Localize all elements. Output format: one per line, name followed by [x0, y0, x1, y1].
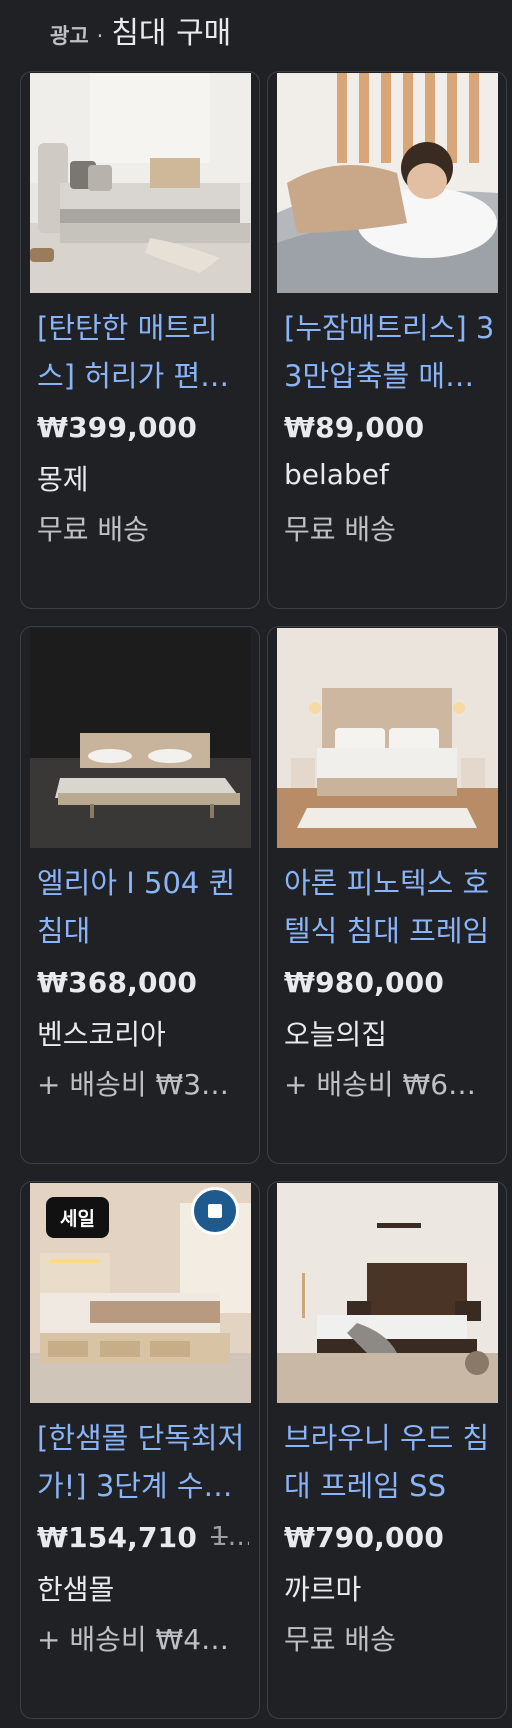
product-seller: 몽제	[37, 463, 89, 496]
sale-badge: 세일	[46, 1197, 109, 1238]
product-title[interactable]: [탄탄한 매트리스] 허리가 편한 매트리스	[37, 304, 249, 400]
product-shipping: 무료 배송	[284, 1623, 396, 1656]
price-row: ₩980,000	[284, 962, 496, 1002]
header-separator: ·	[96, 24, 104, 48]
product-title[interactable]: 브라우니 우드 침대 프레임 SS	[284, 1414, 496, 1510]
product-card[interactable]: [탄탄한 매트리스] 허리가 편한 매트리스 ₩399,000 몽제 무료 배송	[20, 71, 260, 609]
product-card[interactable]: 브라우니 우드 침대 프레임 SS ₩790,000 까르마 무료 배송	[267, 1181, 507, 1719]
product-price: ₩89,000	[284, 410, 425, 444]
product-grid: [탄탄한 매트리스] 허리가 편한 매트리스 ₩399,000 몽제 무료 배송	[20, 71, 507, 1719]
product-title[interactable]: [누잠매트리스] 33만압축볼 매트리스	[284, 304, 496, 400]
product-card[interactable]: 엘리아 I 504 퀸 침대 ₩368,000 벤스코리아 + 배송비 ₩30,…	[20, 626, 260, 1164]
product-seller: 까르마	[284, 1573, 362, 1606]
ad-label: 광고	[50, 24, 89, 48]
product-image[interactable]	[277, 628, 498, 848]
product-price: ₩368,000	[37, 965, 198, 999]
price-row: ₩368,000	[37, 962, 249, 1002]
product-seller: 오늘의집	[284, 1018, 388, 1051]
product-shipping: + 배송비 ₩30,000	[37, 1068, 242, 1101]
product-shipping: + 배송비 ₩60,000	[284, 1068, 489, 1101]
product-card[interactable]: 세일 [한샘몰 단독최저가!] 3단계 수납침대 ₩154,710 1… 한샘몰…	[20, 1181, 260, 1719]
price-row: ₩89,000	[284, 407, 496, 447]
section-title: 침대 구매	[111, 16, 232, 51]
product-price: ₩790,000	[284, 1520, 445, 1554]
price-row: ₩154,710 1…	[37, 1517, 249, 1557]
product-price: ₩154,710	[37, 1520, 198, 1554]
ad-header: 광고 · 침대 구매	[50, 8, 231, 51]
product-card[interactable]: 아론 피노텍스 호텔식 침대 프레임 ₩980,000 오늘의집 + 배송비 ₩…	[267, 626, 507, 1164]
original-price: 1…	[211, 1522, 249, 1552]
product-image[interactable]	[277, 1183, 498, 1403]
product-shipping: + 배송비 ₩40,000	[37, 1623, 242, 1656]
product-image[interactable]	[30, 628, 251, 848]
product-title[interactable]: 아론 피노텍스 호텔식 침대 프레임	[284, 859, 496, 955]
product-seller: 벤스코리아	[37, 1018, 166, 1051]
product-shipping: 무료 배송	[37, 513, 149, 546]
product-title[interactable]: 엘리아 I 504 퀸 침대	[37, 859, 249, 955]
product-image[interactable]	[277, 73, 498, 293]
price-row: ₩790,000	[284, 1517, 496, 1557]
product-price: ₩980,000	[284, 965, 445, 999]
product-price: ₩399,000	[37, 410, 198, 444]
product-image[interactable]: 세일	[30, 1183, 251, 1403]
product-seller: belabef	[284, 458, 389, 491]
product-title[interactable]: [한샘몰 단독최저가!] 3단계 수납침대	[37, 1414, 249, 1510]
product-image[interactable]	[30, 73, 251, 293]
product-shipping: 무료 배송	[284, 513, 396, 546]
product-card[interactable]: [누잠매트리스] 33만압축볼 매트리스 ₩89,000 belabef 무료 …	[267, 71, 507, 609]
price-row: ₩399,000	[37, 407, 249, 447]
brand-seal-icon	[191, 1187, 239, 1235]
product-seller: 한샘몰	[37, 1573, 115, 1606]
